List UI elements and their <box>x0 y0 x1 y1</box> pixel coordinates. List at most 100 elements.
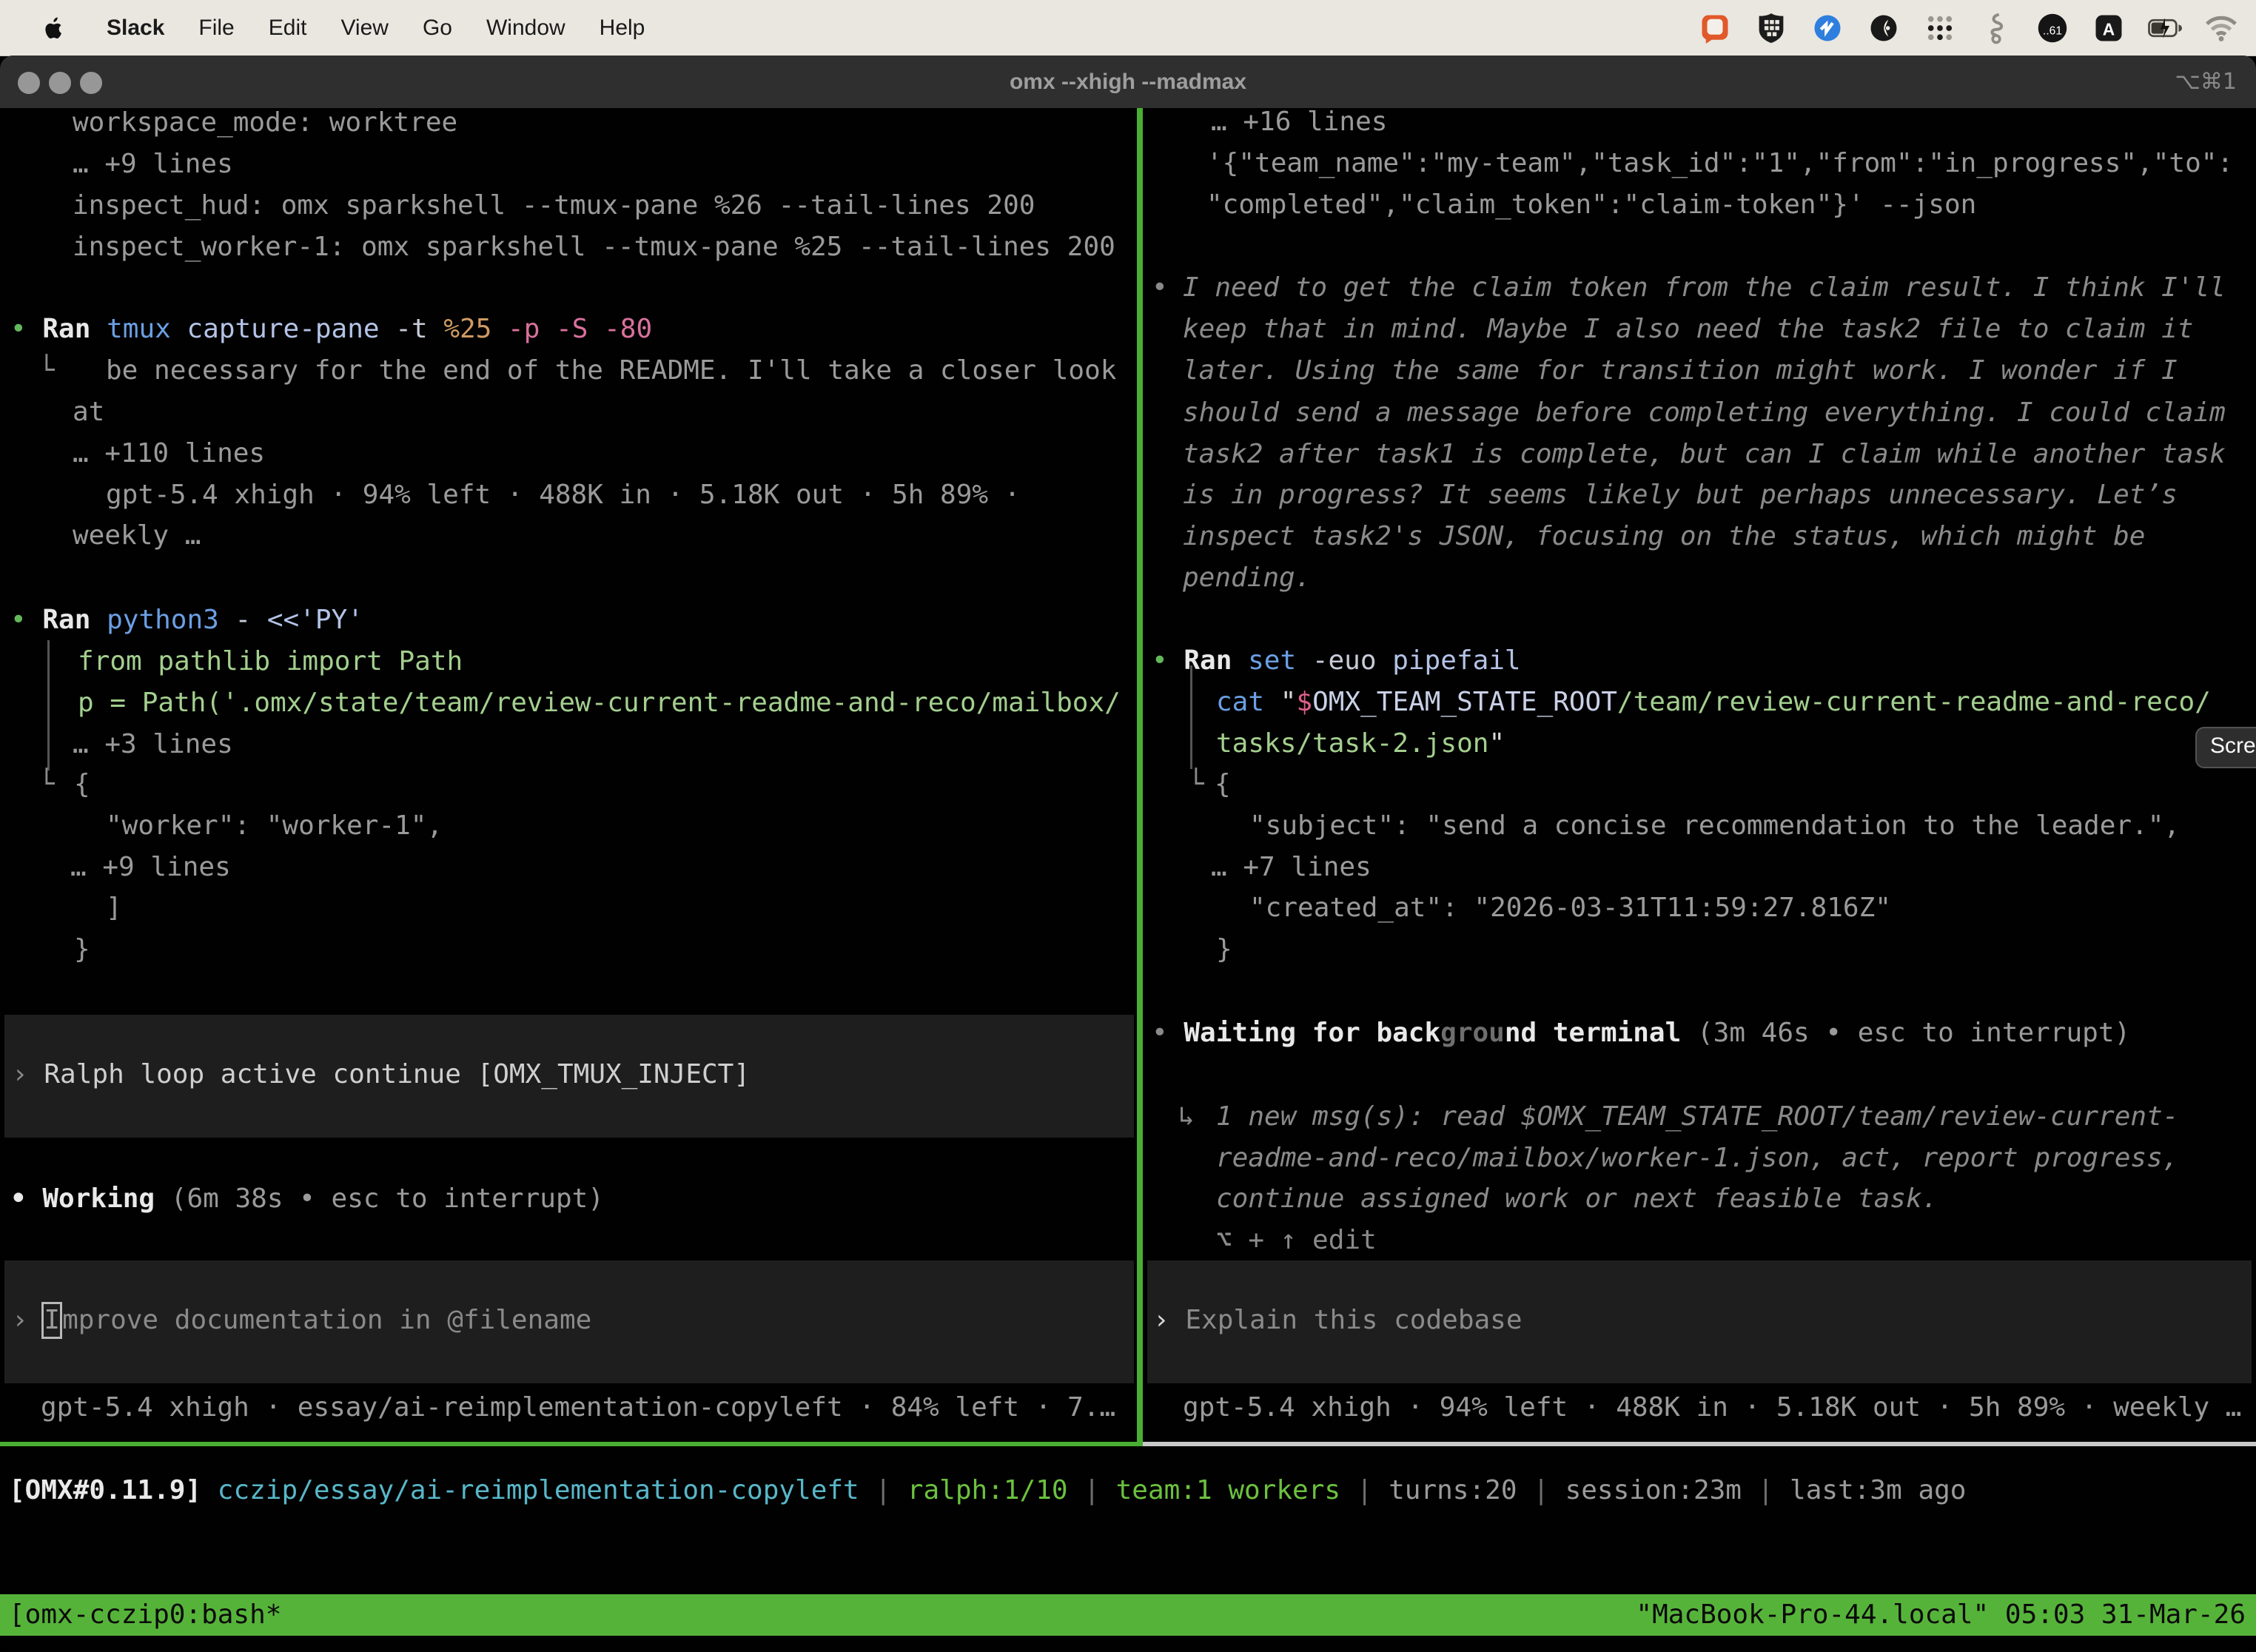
right-cat-output-line: … +7 lines <box>1211 851 1372 884</box>
bullet-icon: • <box>1152 272 1168 304</box>
right-thought-line: later. Using the same for transition mig… <box>1183 355 2178 387</box>
left-ran-tmux-command: • Ran tmux capture-pane -t %25 -p -S -80 <box>10 313 652 346</box>
terminal-content: workspace_mode: worktree … +9 lines insp… <box>0 108 2256 1652</box>
left-tmux-output-line: be necessary for the end of the README. … <box>106 355 1116 387</box>
right-cat-command-line: cat "$OMX_TEAM_STATE_ROOT/team/review-cu… <box>1216 686 2211 719</box>
left-pre-line: inspect_hud: omx sparkshell --tmux-pane … <box>73 189 1035 222</box>
right-thought-line: task2 after task1 is complete, but can I… <box>1183 438 2226 471</box>
screen-recording-icon[interactable] <box>1698 11 1732 45</box>
right-msg-line: continue assigned work or next feasible … <box>1216 1183 1938 1215</box>
svg-text:..61: ..61 <box>2043 24 2062 37</box>
right-input-text: › Explain this codebase <box>1153 1304 1523 1337</box>
bullet-icon: • <box>10 605 27 635</box>
tmux-host-clock-label: "MacBook-Pro-44.local" 05:03 31-Mar-26 <box>1636 1594 2246 1636</box>
tooltip: Scre <box>2195 727 2256 768</box>
tmux-session-window-label[interactable]: [omx-cczip0:bash* <box>9 1594 281 1636</box>
omx-version-badge: [OMX#0.11.9] <box>9 1475 201 1505</box>
output-connector-line <box>47 640 50 770</box>
hud-turns: turns:20 <box>1389 1475 1517 1505</box>
apple-icon[interactable] <box>38 11 73 45</box>
left-tmux-output-line: gpt-5.4 xhigh · 94% left · 488K in · 5.1… <box>106 479 1020 511</box>
pane-divider[interactable] <box>1137 108 1143 1446</box>
left-input-text: › Improve documentation in @filename <box>12 1304 591 1337</box>
right-pre-line: … +16 lines <box>1211 108 1387 138</box>
left-input-box[interactable]: › Improve documentation in @filename <box>4 1260 1134 1383</box>
bullet-icon: • <box>1152 645 1168 676</box>
right-ran-set-command: • Ran set -euo pipefail <box>1152 645 1521 677</box>
right-pane-status-line: gpt-5.4 xhigh · 94% left · 488K in · 5.1… <box>1183 1391 2241 1424</box>
left-ran-python-command: • Ran python3 - <<'PY' <box>10 604 363 637</box>
keypad-shield-icon[interactable] <box>1754 11 1788 45</box>
right-thought-line: should send a message before completing … <box>1183 397 2226 429</box>
left-python-output-line: … +9 lines <box>70 851 231 884</box>
chevron-icon: › <box>12 1305 28 1335</box>
wifi-icon[interactable] <box>2204 11 2238 45</box>
right-cat-command-line2: tasks/task-2.json" <box>1216 728 1505 760</box>
window-shortcut-label: ⌥⌘1 <box>2175 56 2237 108</box>
dots-grid-icon[interactable] <box>1923 11 1957 45</box>
output-corner: └ <box>1188 768 1204 801</box>
output-corner: └ <box>38 768 55 801</box>
bullet-icon: • <box>10 314 27 344</box>
left-python-body-line: p = Path('.omx/state/team/review-current… <box>78 687 1121 719</box>
right-cat-output-line: "created_at": "2026-03-31T11:59:27.816Z" <box>1249 892 1891 924</box>
right-thought-line: inspect task2's JSON, focusing on the st… <box>1183 520 2145 553</box>
right-pre-line: "completed","claim_token":"claim-token"}… <box>1206 189 1976 221</box>
right-msg-line: readme-and-reco/mailbox/worker-1.json, a… <box>1216 1142 2178 1175</box>
left-pre-line: inspect_worker-1: omx sparkshell --tmux-… <box>73 231 1115 263</box>
left-pane-status-line: gpt-5.4 xhigh · essay/ai-reimplementatio… <box>41 1391 1115 1424</box>
text-cursor: I <box>41 1302 62 1339</box>
right-input-box[interactable]: › Explain this codebase <box>1147 1260 2252 1383</box>
hud-ralph-counter: ralph:1/10 <box>907 1475 1068 1505</box>
right-edit-hint: ⌥ + ↑ edit <box>1216 1224 1377 1257</box>
verification-badge-icon[interactable] <box>1810 11 1844 45</box>
right-thought-line: keep that in mind. Maybe I also need the… <box>1183 313 2193 346</box>
menu-app-name[interactable]: Slack <box>107 16 164 41</box>
hud-session-time: session:23m <box>1565 1475 1742 1505</box>
hud-last-activity: last:3m ago <box>1790 1475 1966 1505</box>
output-connector-line <box>1190 665 1192 769</box>
pie-app-icon[interactable] <box>1867 11 1901 45</box>
hud-session-path: cczip/essay/ai-reimplementation-copyleft <box>218 1475 859 1505</box>
mailbox-arrow-icon: ↳ <box>1178 1101 1195 1133</box>
left-python-body-line: from pathlib import Path <box>78 645 463 678</box>
right-thought-line: pending. <box>1183 562 1311 594</box>
menu-item-help[interactable]: Help <box>600 16 645 41</box>
hook-utility-icon[interactable] <box>1979 11 2013 45</box>
left-working-status: • Working (6m 38s • esc to interrupt) <box>10 1183 604 1215</box>
left-pre-line: workspace_mode: worktree <box>73 108 457 139</box>
menu-item-edit[interactable]: Edit <box>269 16 307 41</box>
window-title-bar: omx --xhigh --madmax ⌥⌘1 <box>0 56 2256 108</box>
left-python-output-line: "worker": "worker-1", <box>106 810 443 842</box>
output-corner: └ <box>38 355 55 387</box>
right-cat-output-line: } <box>1216 933 1232 966</box>
left-tmux-output-line: weekly … <box>73 520 201 552</box>
battery-badge-icon[interactable]: ..61 <box>2035 11 2069 45</box>
left-inject-text: › Ralph loop active continue [OMX_TMUX_I… <box>12 1058 750 1091</box>
pane-bottom-border-left <box>0 1442 1137 1446</box>
right-waiting-status: • Waiting for background terminal (3m 46… <box>1152 1017 2130 1050</box>
omx-hud-status-line: [OMX#0.11.9] cczip/essay/ai-reimplementa… <box>9 1474 1966 1507</box>
battery-icon[interactable] <box>2148 11 2182 45</box>
left-tmux-output-line: … +110 lines <box>73 437 265 470</box>
right-thought-line: is in progress? It seems likely but perh… <box>1183 479 2178 511</box>
pane-bottom-border-right <box>1143 1442 2256 1446</box>
menu-item-view[interactable]: View <box>340 16 388 41</box>
left-pre-line: … +9 lines <box>73 148 233 181</box>
input-source-icon[interactable]: A <box>2092 11 2126 45</box>
tmux-status-bar: [omx-cczip0:bash* "MacBook-Pro-44.local"… <box>0 1594 2256 1636</box>
right-thought-line: I need to get the claim token from the c… <box>1183 272 2226 304</box>
left-tmux-output-line: at <box>73 396 104 429</box>
menu-bar: Slack File Edit View Go Window Help <box>0 0 2256 56</box>
chevron-icon: › <box>12 1059 28 1089</box>
menu-item-window[interactable]: Window <box>486 16 565 41</box>
terminal-window: omx --xhigh --madmax ⌥⌘1 workspace_mode:… <box>0 56 2256 1652</box>
left-python-output-line: ] <box>106 892 122 924</box>
right-cat-output-line: { <box>1215 768 1231 801</box>
menu-item-go[interactable]: Go <box>423 16 452 41</box>
menu-item-file[interactable]: File <box>198 16 234 41</box>
svg-text:A: A <box>2103 19 2115 38</box>
left-python-body-line: … +3 lines <box>73 728 233 761</box>
left-python-output-line: } <box>74 933 90 966</box>
left-inject-banner[interactable]: › Ralph loop active continue [OMX_TMUX_I… <box>4 1015 1134 1138</box>
